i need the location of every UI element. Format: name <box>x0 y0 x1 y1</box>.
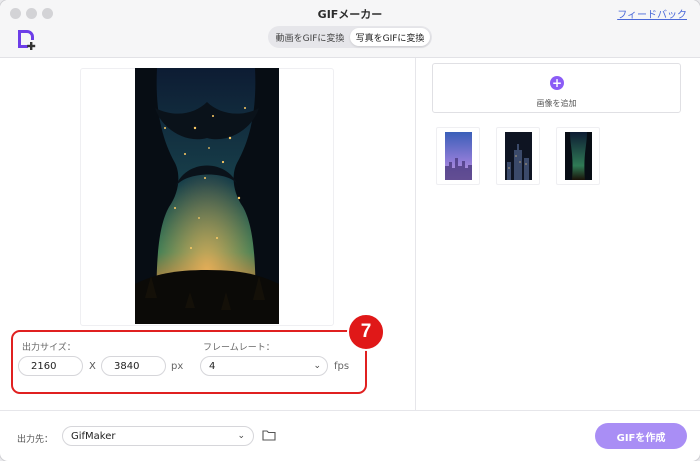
size-unit: px <box>171 361 184 372</box>
output-folder-value: GifMaker <box>71 430 116 442</box>
tab-photo-to-gif[interactable]: 写真をGIFに変換 <box>350 28 430 46</box>
output-folder-select[interactable]: GifMaker ⌄ <box>62 426 254 446</box>
thumbnail-image-city-night <box>505 132 532 180</box>
output-destination-label: 出力先： <box>17 435 54 445</box>
plus-icon: + <box>550 76 564 90</box>
height-input[interactable]: 3840 <box>101 356 166 376</box>
thumbnail-item[interactable] <box>556 127 600 185</box>
chevron-down-icon: ⌄ <box>313 361 321 371</box>
output-size-label: 出力サイズ： <box>22 343 76 353</box>
size-separator: X <box>89 361 96 372</box>
thumbnail-image-forest <box>565 132 592 180</box>
panel-divider <box>415 58 416 410</box>
title-bar: GIFメーカー フィードバック 動画をGIFに変換 写真をGIFに変換 <box>0 0 700 58</box>
footer-divider <box>0 410 700 411</box>
thumbnail-image-city-dusk <box>445 132 472 180</box>
chevron-down-icon: ⌄ <box>237 431 245 441</box>
add-image-label: 画像を追加 <box>536 99 577 108</box>
thumbnail-item[interactable] <box>436 127 480 185</box>
width-input[interactable]: 2160 <box>18 356 83 376</box>
frame-rate-label: フレームレート： <box>203 343 275 353</box>
step-badge: 7 <box>347 313 385 351</box>
conversion-mode-switch: 動画をGIFに変換 写真をGIFに変換 <box>268 26 432 48</box>
frame-rate-select[interactable]: 4 ⌄ <box>200 356 328 376</box>
thumbnail-item[interactable] <box>496 127 540 185</box>
preview-image <box>135 68 279 324</box>
folder-icon[interactable] <box>262 429 276 441</box>
frame-rate-unit: fps <box>334 361 350 372</box>
window-title: GIFメーカー <box>317 8 383 21</box>
feedback-link[interactable]: フィードバック <box>617 6 687 21</box>
tab-video-to-gif[interactable]: 動画をGIFに変換 <box>270 28 350 46</box>
create-gif-button[interactable]: GIFを作成 <box>595 423 687 449</box>
gif-maker-window: GIFメーカー フィードバック 動画をGIFに変換 写真をGIFに変換 7 出力… <box>0 0 700 461</box>
frame-rate-value: 4 <box>209 360 216 372</box>
add-image-button[interactable]: + 画像を追加 <box>432 63 681 113</box>
add-file-icon[interactable] <box>14 27 38 51</box>
